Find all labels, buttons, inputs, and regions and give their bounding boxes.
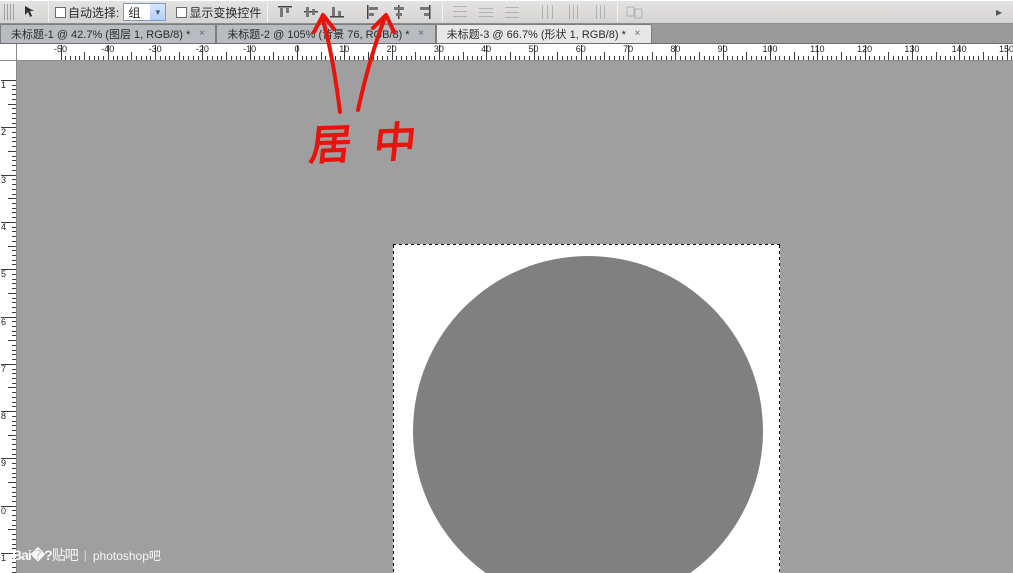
separator: [442, 2, 443, 22]
align-right-edges-button[interactable]: [414, 2, 436, 22]
distribute-top-button[interactable]: [449, 2, 471, 22]
canvas-area[interactable]: [17, 44, 1013, 573]
auto-select-checkbox[interactable]: 自动选择:: [55, 4, 119, 21]
move-tool-options-bar: 自动选择: 组 ▾ 显示变换控件 ▸: [0, 0, 1013, 24]
checkbox-icon: [55, 7, 66, 18]
tab-title: 未标题-2 @ 105% (背景 76, RGB/8) *: [227, 26, 409, 42]
watermark-sub: photoshop吧: [93, 547, 161, 564]
document-tabs: 未标题-1 @ 42.7% (图层 1, RGB/8) * × 未标题-2 @ …: [0, 24, 1013, 44]
align-horizontal-centers-button[interactable]: [388, 2, 410, 22]
auto-align-layers-button[interactable]: [624, 2, 646, 22]
watermark-logo: Bai�?贴吧: [12, 545, 78, 565]
ruler-origin[interactable]: [0, 44, 17, 61]
align-top-edges-button[interactable]: [274, 2, 296, 22]
align-bottom-edges-button[interactable]: [326, 2, 348, 22]
document-tab-1[interactable]: 未标题-1 @ 42.7% (图层 1, RGB/8) * ×: [0, 24, 216, 43]
distribute-left-button[interactable]: [537, 2, 559, 22]
close-icon[interactable]: ×: [416, 29, 427, 40]
tab-title: 未标题-3 @ 66.7% (形状 1, RGB/8) *: [447, 26, 626, 42]
auto-select-label: 自动选择:: [68, 4, 119, 21]
close-icon[interactable]: ×: [632, 29, 643, 40]
watermark-divider: |: [84, 548, 87, 562]
horizontal-ruler[interactable]: -50-40-30-20-100102030405060708090100110…: [17, 44, 1013, 61]
toolbar-grip[interactable]: [4, 4, 14, 20]
tab-title: 未标题-1 @ 42.7% (图层 1, RGB/8) *: [11, 26, 190, 42]
auto-select-target-dropdown[interactable]: 组 ▾: [123, 3, 166, 21]
separator: [617, 2, 618, 22]
align-left-edges-button[interactable]: [362, 2, 384, 22]
workspace: 12345678901: [0, 44, 1013, 573]
close-icon[interactable]: ×: [196, 29, 207, 40]
document-tab-2[interactable]: 未标题-2 @ 105% (背景 76, RGB/8) * ×: [216, 24, 435, 43]
options-flyout-icon[interactable]: ▸: [991, 1, 1007, 23]
show-transform-label: 显示变换控件: [189, 4, 261, 21]
move-tool-icon[interactable]: [20, 2, 42, 22]
separator: [267, 2, 268, 22]
separator: [48, 2, 49, 22]
distribute-hcenter-button[interactable]: [563, 2, 585, 22]
distribute-vcenter-button[interactable]: [475, 2, 497, 22]
vertical-ruler[interactable]: 12345678901: [0, 44, 17, 573]
watermark: Bai�?贴吧 | photoshop吧: [12, 545, 161, 565]
chevron-down-icon: ▾: [150, 4, 165, 20]
distribute-bottom-button[interactable]: [501, 2, 523, 22]
document-tab-3[interactable]: 未标题-3 @ 66.7% (形状 1, RGB/8) * ×: [436, 24, 652, 43]
show-transform-checkbox[interactable]: 显示变换控件: [176, 4, 261, 21]
distribute-right-button[interactable]: [589, 2, 611, 22]
dropdown-value: 组: [128, 4, 140, 21]
checkbox-icon: [176, 7, 187, 18]
align-vertical-centers-button[interactable]: [300, 2, 322, 22]
